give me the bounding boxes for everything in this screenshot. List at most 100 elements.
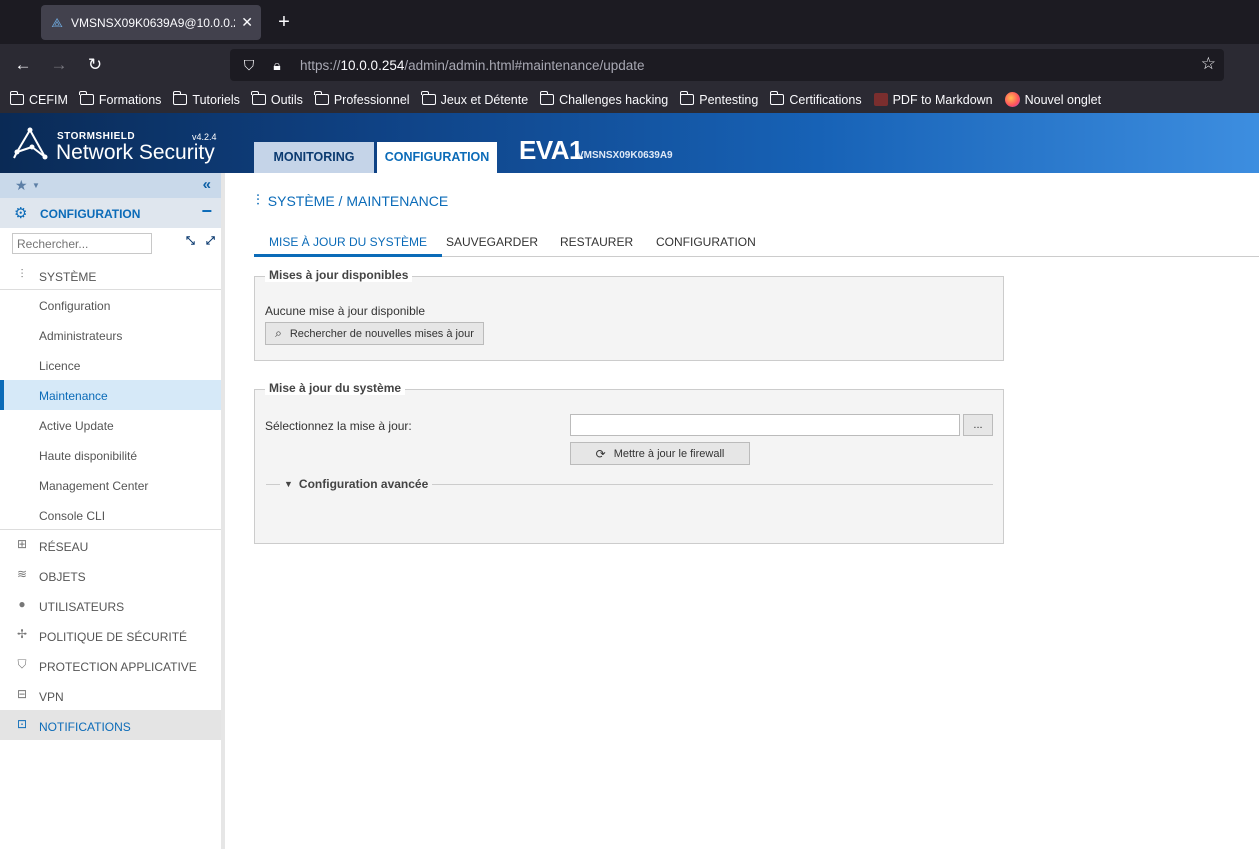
browse-button[interactable]: ...	[963, 414, 993, 436]
bookmark-challenges[interactable]: Challenges hacking	[539, 91, 668, 107]
refresh-icon: ⟳	[595, 446, 606, 461]
sidebar-item-licence[interactable]: Licence	[0, 350, 221, 380]
expand-all-icon[interactable]: ⤢	[206, 235, 215, 248]
configuration-header[interactable]: ⚙ CONFIGURATION −	[0, 198, 221, 228]
new-tab-button[interactable]: +	[272, 9, 296, 35]
folder-icon	[421, 91, 436, 105]
collapse-menu-icon[interactable]: −	[201, 201, 212, 222]
main-content: ⫶ SYSTÈME / MAINTENANCE MISE À JOUR DU S…	[229, 173, 1259, 849]
stormshield-favicon-icon: ⟁	[51, 14, 63, 30]
bookmark-formations[interactable]: Formations	[79, 91, 161, 107]
search-icon: ⌕	[275, 326, 282, 340]
device-serial: VMSNSX09K0639A9	[577, 150, 673, 161]
tab-restaurer[interactable]: RESTAURER	[560, 235, 633, 255]
browser-tab-bar: ⟁ VMSNSX09K0639A9@10.0.0.254 ✕ +	[0, 0, 1259, 44]
bookmark-cefim[interactable]: CEFIM	[9, 91, 68, 107]
update-status: Aucune mise à jour disponible	[265, 304, 426, 318]
check-updates-button[interactable]: ⌕ Rechercher de nouvelles mises à jour	[265, 322, 484, 345]
sliders-icon: ⫶	[256, 192, 260, 209]
select-update-label: Sélectionnez la mise à jour:	[265, 419, 412, 433]
maintenance-tabs: MISE À JOUR DU SYSTÈME SAUVEGARDER RESTA…	[254, 231, 1259, 257]
browser-nav-bar: ← → ↻ ⛉ 🔒︎ https://10.0.0.254/admin/admi…	[0, 44, 1259, 86]
app-header: STORMSHIELD v4.2.4 Network Security MONI…	[0, 113, 1259, 173]
folder-icon	[79, 91, 94, 105]
sidebar-item-administrateurs[interactable]: Administrateurs	[0, 320, 221, 350]
search-input[interactable]	[12, 233, 152, 254]
folder-icon	[769, 91, 785, 105]
bookmarks-bar: CEFIM Formations Tutoriels Outils Profes…	[0, 86, 1259, 113]
device-name: EVA1	[519, 135, 584, 165]
favorites-bar: ★ ▼ «	[0, 173, 221, 198]
vpn-icon: ⊟	[16, 687, 28, 701]
bookmark-pdf-to-markdown[interactable]: PDF to Markdown	[873, 93, 993, 107]
tab-sauvegarder[interactable]: SAUVEGARDER	[446, 235, 538, 255]
sidebar-item-configuration[interactable]: Configuration	[0, 290, 221, 320]
sidebar-section-reseau[interactable]: ⊞ RÉSEAU	[0, 530, 221, 560]
sidebar-item-active-update[interactable]: Active Update	[0, 410, 221, 440]
bookmark-tutoriels[interactable]: Tutoriels	[172, 91, 240, 107]
lock-icon[interactable]: 🔒︎	[268, 57, 286, 74]
tab-title: VMSNSX09K0639A9@10.0.0.254	[71, 15, 236, 30]
search-row: ⤡ ⤢	[0, 228, 221, 260]
available-updates-legend: Mises à jour disponibles	[265, 268, 413, 282]
user-icon: ●	[18, 597, 26, 611]
bookmark-professionnel[interactable]: Professionnel	[314, 91, 410, 107]
browser-tab[interactable]: ⟁ VMSNSX09K0639A9@10.0.0.254 ✕	[41, 5, 261, 40]
bookmark-certifications[interactable]: Certifications	[769, 91, 862, 107]
sidebar-section-utilisateurs[interactable]: ● UTILISATEURS	[0, 590, 221, 620]
sliders-icon: ⫶	[20, 267, 24, 281]
tab-configuration[interactable]: CONFIGURATION	[377, 142, 497, 173]
collapse-all-icon[interactable]: ⤡	[186, 235, 195, 248]
update-firewall-button[interactable]: ⟳ Mettre à jour le firewall	[570, 442, 750, 465]
tab-configuration-maintenance[interactable]: CONFIGURATION	[656, 235, 756, 255]
system-update-panel: Mise à jour du système Sélectionnez la m…	[254, 381, 1004, 544]
close-icon[interactable]: ✕	[241, 14, 253, 31]
firefox-icon	[1004, 92, 1020, 107]
available-updates-panel: Mises à jour disponibles Aucune mise à j…	[254, 268, 1004, 361]
sidebar: ★ ▼ « ⚙ CONFIGURATION − ⤡ ⤢ ⫶ SYSTÈME Co…	[0, 173, 225, 849]
bookmark-pentesting[interactable]: Pentesting	[679, 91, 758, 107]
folder-icon	[314, 91, 329, 105]
back-icon[interactable]: ←	[10, 52, 36, 78]
folder-icon	[679, 91, 695, 105]
shield-icon[interactable]: ⛉	[240, 57, 258, 74]
page-title: ⫶ SYSTÈME / MAINTENANCE	[256, 192, 449, 209]
bookmark-nouvel-onglet[interactable]: Nouvel onglet	[1004, 92, 1101, 107]
bookmark-jeux[interactable]: Jeux et Détente	[421, 91, 528, 107]
folder-icon	[172, 91, 188, 105]
triangle-down-icon: ▼	[284, 479, 293, 489]
sidebar-section-politique-securite[interactable]: ✢ POLITIQUE DE SÉCURITÉ	[0, 620, 221, 650]
folder-icon	[251, 91, 266, 105]
system-update-legend: Mise à jour du système	[265, 381, 406, 395]
sidebar-item-console-cli[interactable]: Console CLI	[0, 500, 221, 530]
update-file-input[interactable]	[570, 414, 960, 436]
favorites-star-icon[interactable]: ★	[15, 177, 28, 194]
caret-down-icon[interactable]: ▼	[32, 181, 40, 190]
stormshield-logo-icon	[13, 127, 48, 160]
policy-icon: ✢	[16, 627, 28, 641]
sidebar-section-notifications[interactable]: ⊡ NOTIFICATIONS	[0, 710, 221, 740]
advanced-config-toggle[interactable]: ▼ Configuration avancée	[266, 477, 993, 491]
sidebar-section-objets[interactable]: ≋ OBJETS	[0, 560, 221, 590]
shield-check-icon: ⛉	[17, 657, 27, 671]
database-icon: ≋	[16, 567, 28, 581]
pdf-icon	[873, 93, 888, 106]
url-bar[interactable]: ⛉ 🔒︎ https://10.0.0.254/admin/admin.html…	[230, 49, 1224, 81]
tab-monitoring[interactable]: MONITORING	[254, 142, 374, 173]
tab-mise-a-jour[interactable]: MISE À JOUR DU SYSTÈME	[254, 235, 443, 257]
bookmark-outils[interactable]: Outils	[251, 91, 303, 107]
notification-icon: ⊡	[16, 717, 28, 731]
sidebar-section-vpn[interactable]: ⊟ VPN	[0, 680, 221, 710]
bookmark-star-icon[interactable]: ☆	[1201, 54, 1216, 74]
reload-icon[interactable]: ↻	[82, 52, 108, 78]
folder-icon	[9, 91, 24, 105]
sidebar-item-haute-disponibilite[interactable]: Haute disponibilité	[0, 440, 221, 470]
sidebar-item-management-center[interactable]: Management Center	[0, 470, 221, 500]
sidebar-item-maintenance[interactable]: Maintenance	[0, 380, 221, 410]
brand-name: Network Security	[56, 141, 215, 164]
collapse-sidebar-icon[interactable]: «	[203, 176, 211, 193]
sidebar-section-systeme[interactable]: ⫶ SYSTÈME	[0, 260, 221, 290]
forward-icon[interactable]: →	[46, 52, 72, 78]
url-text[interactable]: https://10.0.0.254/admin/admin.html#main…	[300, 58, 645, 73]
sidebar-section-protection-applicative[interactable]: ⛉ PROTECTION APPLICATIVE	[0, 650, 221, 680]
